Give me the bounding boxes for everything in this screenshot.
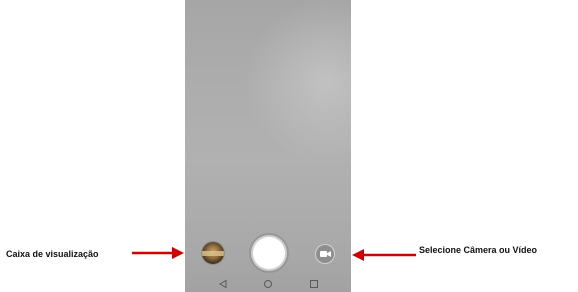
home-circle-icon[interactable]: [262, 278, 274, 290]
select-camera-video-label: Selecione Câmera ou Vídeo: [419, 245, 538, 255]
recent-apps-square-icon[interactable]: [308, 278, 320, 290]
right-arrow: [352, 249, 416, 261]
phone-screen: [185, 0, 351, 292]
preview-box-label: Caixa de visualização: [6, 249, 99, 259]
screenshot-stage: Caixa de visualização Selecione Câmera o…: [0, 0, 578, 292]
back-triangle-icon[interactable]: [217, 278, 229, 290]
thumbnail-image: [202, 251, 224, 256]
shutter-button[interactable]: [253, 237, 285, 269]
video-camera-icon: [320, 251, 331, 257]
left-arrow: [132, 247, 184, 259]
gallery-thumbnail[interactable]: [202, 242, 224, 264]
navigation-bar: [185, 275, 351, 292]
camera-video-switch-button[interactable]: [315, 244, 335, 264]
